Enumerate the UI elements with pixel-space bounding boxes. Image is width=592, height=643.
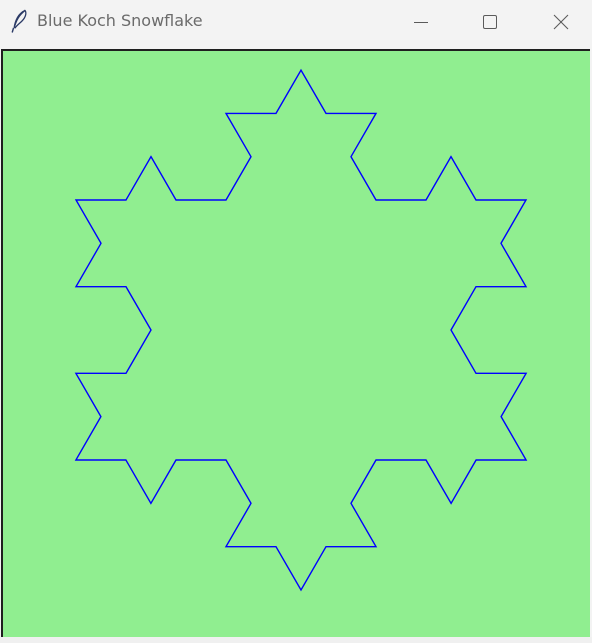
koch-snowflake (74, 68, 528, 592)
feather-icon (11, 9, 27, 33)
maximize-icon (483, 15, 497, 29)
title-bar[interactable]: Blue Koch Snowflake (0, 0, 592, 44)
snowflake-outline (74, 68, 528, 592)
drawing-canvas[interactable] (1, 49, 590, 639)
canvas-area (0, 47, 592, 639)
window-title: Blue Koch Snowflake (37, 11, 203, 30)
close-icon (553, 14, 569, 30)
minimize-icon (414, 22, 428, 23)
window-bottom-edge (0, 637, 592, 643)
app-window: Blue Koch Snowflake (0, 0, 592, 643)
maximize-button[interactable] (467, 0, 513, 44)
minimize-button[interactable] (398, 0, 444, 44)
close-button[interactable] (538, 0, 584, 44)
